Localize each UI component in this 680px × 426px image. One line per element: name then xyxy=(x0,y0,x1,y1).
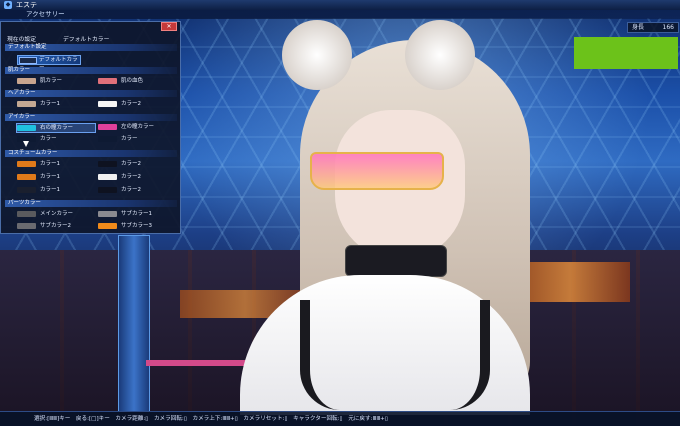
default-color-button[interactable]: デフォルトカラー xyxy=(17,55,81,71)
current-setting-value: デフォルトカラー xyxy=(63,37,110,43)
character-collar xyxy=(345,245,447,277)
section-skin: 肌カラー xyxy=(5,67,177,74)
window-titlebar: ◆ エステ xyxy=(0,0,680,10)
parts-sub3-item[interactable]: サブカラー3 xyxy=(98,222,173,230)
costume-r3-c2-label: カラー2 xyxy=(121,187,141,193)
character-body-trim xyxy=(300,300,490,410)
height-readout: 身長 166 xyxy=(627,22,679,33)
parts-main-swatch xyxy=(17,211,36,217)
height-value: 166 xyxy=(662,24,674,31)
costume-r2-c1-swatch xyxy=(17,174,36,180)
costume-r2-c2-label: カラー2 xyxy=(121,174,141,180)
skin-color-swatch xyxy=(17,78,36,84)
pointer-cursor-icon xyxy=(23,141,29,147)
accessory-color-panel: ✕ 現在の設定 デフォルトカラー デフォルト設定 デフォルトカラー 肌カラー 肌… xyxy=(0,21,181,234)
parts-sub1-item[interactable]: サブカラー1 xyxy=(98,210,173,218)
costume-r3-c2-item[interactable]: カラー2 xyxy=(98,186,168,194)
current-setting-row: 現在の設定 デフォルトカラー xyxy=(7,34,109,43)
controls-help-bar: 選択:[ⅢⅢ]キー 戻る:[□]キー カメラ距離:▯ カメラ回転:▯ カメラ上下… xyxy=(0,411,680,426)
costume-r1-c1-item[interactable]: カラー1 xyxy=(17,160,87,168)
subheader-title: アクセサリー xyxy=(26,10,65,18)
costume-r1-c1-label: カラー1 xyxy=(40,161,60,167)
parts-sub1-swatch xyxy=(98,211,117,217)
eye-color-b-label: カラー xyxy=(121,136,138,142)
costume-r1-c2-swatch xyxy=(98,161,117,167)
window-title: エステ xyxy=(16,1,37,9)
eye-left-label: 左の瞳カラー xyxy=(121,124,155,130)
parts-main-item[interactable]: メインカラー xyxy=(17,210,92,218)
parts-sub2-label: サブカラー2 xyxy=(40,223,71,229)
subheader: アクセサリー xyxy=(0,10,680,19)
section-hair: ヘアカラー xyxy=(5,90,177,97)
hair-color1-item[interactable]: カラー1 xyxy=(17,100,87,108)
parts-sub1-label: サブカラー1 xyxy=(121,211,152,217)
blue-pillar xyxy=(118,235,150,412)
eye-color-b-swatch xyxy=(98,136,117,142)
eye-left-item[interactable]: 左の瞳カラー xyxy=(98,123,176,131)
default-color-swatch xyxy=(19,57,37,64)
costume-r3-c2-swatch xyxy=(98,187,117,193)
parts-main-label: メインカラー xyxy=(40,211,74,217)
current-setting-label: 現在の設定 xyxy=(7,37,36,43)
eye-right-label: 右の瞳カラー xyxy=(40,125,74,131)
eye-left-swatch xyxy=(98,124,117,130)
character-ear-left xyxy=(282,20,352,90)
costume-r3-c1-label: カラー1 xyxy=(40,187,60,193)
parts-sub2-item[interactable]: サブカラー2 xyxy=(17,222,92,230)
hair-color2-swatch xyxy=(98,101,117,107)
costume-r2-c1-label: カラー1 xyxy=(40,174,60,180)
section-costume: コスチュームカラー xyxy=(5,150,177,157)
costume-r3-c1-item[interactable]: カラー1 xyxy=(17,186,87,194)
pink-bar xyxy=(146,360,256,366)
eye-color-a-label: カラー xyxy=(40,136,57,142)
parts-sub3-swatch xyxy=(98,223,117,229)
costume-r1-c2-label: カラー2 xyxy=(121,161,141,167)
hair-color2-label: カラー2 xyxy=(121,101,141,107)
costume-r2-c2-item[interactable]: カラー2 xyxy=(98,173,168,181)
controls-help-text: 選択:[ⅢⅢ]キー 戻る:[□]キー カメラ距離:▯ カメラ回転:▯ カメラ上下… xyxy=(34,416,388,422)
parts-sub2-swatch xyxy=(17,223,36,229)
skin-flush-swatch xyxy=(98,78,117,84)
hair-color1-label: カラー1 xyxy=(40,101,60,107)
eye-color-b-item[interactable]: カラー xyxy=(98,135,168,143)
skin-flush-item[interactable]: 肌の血色 xyxy=(98,77,168,85)
skin-flush-label: 肌の血色 xyxy=(121,78,144,84)
character-glasses xyxy=(310,152,444,190)
skin-color-label: 肌カラー xyxy=(40,78,63,84)
costume-r1-c2-item[interactable]: カラー2 xyxy=(98,160,168,168)
app-icon: ◆ xyxy=(4,1,12,9)
parts-sub3-label: サブカラー3 xyxy=(121,223,152,229)
character-ear-right xyxy=(405,20,475,90)
skin-color-item[interactable]: 肌カラー xyxy=(17,77,87,85)
costume-r2-c2-swatch xyxy=(98,174,117,180)
close-icon[interactable]: ✕ xyxy=(161,22,177,31)
section-parts: パーツカラー xyxy=(5,200,177,207)
eye-right-item[interactable]: 右の瞳カラー xyxy=(16,123,96,133)
section-eye: アイカラー xyxy=(5,114,177,121)
hair-color1-swatch xyxy=(17,101,36,107)
costume-r1-c1-swatch xyxy=(17,161,36,167)
color-preview-swatch xyxy=(574,37,678,69)
costume-r2-c1-item[interactable]: カラー1 xyxy=(17,173,87,181)
section-default: デフォルト設定 xyxy=(5,44,177,51)
height-label: 身長 xyxy=(632,24,645,31)
hair-color2-item[interactable]: カラー2 xyxy=(98,100,168,108)
eye-right-swatch xyxy=(17,125,36,131)
costume-r3-c1-swatch xyxy=(17,187,36,193)
